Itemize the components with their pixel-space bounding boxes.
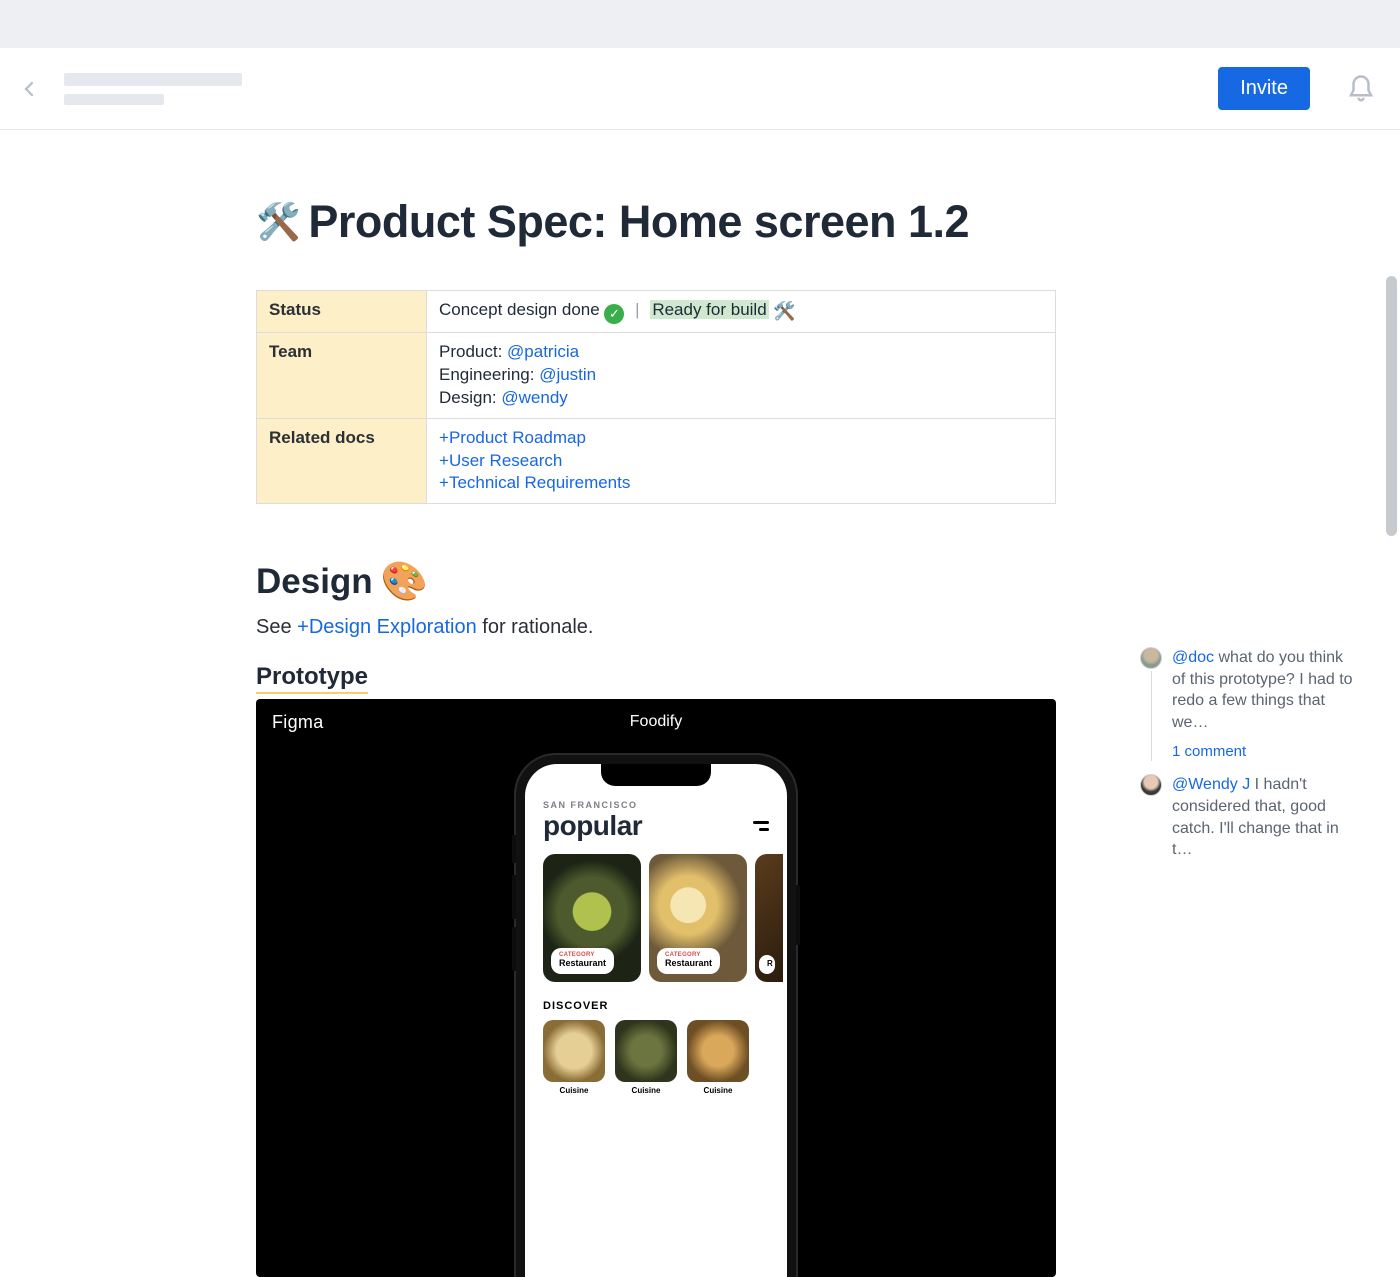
mention-link[interactable]: @wendy [501,388,567,407]
team-role-label: Design: [439,388,501,407]
discover-label: DISCOVER [543,1000,769,1012]
section-heading-design: Design 🎨 [256,560,1400,604]
check-circle-icon: ✓ [604,304,624,324]
doc-link[interactable]: +User Research [439,451,562,470]
embed-title: Foodify [256,713,1056,731]
discover-thumb [543,1020,605,1082]
food-card: CATEGORY Restaurant [649,854,747,982]
mention-link[interactable]: @Wendy J [1172,776,1250,793]
app-city-label: SAN FRANCISCO [543,800,769,810]
notifications-icon[interactable] [1346,74,1376,104]
figma-embed[interactable]: Figma Foodify SAN FRANCISCO popular [256,699,1056,1277]
doc-link[interactable]: +Design Exploration [297,616,477,638]
mention-link[interactable]: @patricia [507,342,579,361]
meta-value-status: Concept design done ✓ | Ready for build … [427,291,1056,333]
menu-icon [753,821,769,831]
comment-body: @Wendy J I hadn't considered that, good … [1172,774,1360,860]
mention-link[interactable]: @doc [1172,649,1214,666]
card-tag: CATEGORY Restaurant [551,948,614,974]
palette-icon: 🎨 [381,560,428,604]
comments-panel: @doc what do you think of this prototype… [1140,647,1360,861]
cards-row: CATEGORY Restaurant CATEGORY Restaurant [543,854,769,982]
table-row: Related docs +Product Roadmap +User Rese… [257,418,1056,504]
discover-item: Cuisine [687,1020,749,1095]
meta-key-related: Related docs [257,418,427,504]
page-title-text: Product Spec: Home screen 1.2 [308,196,969,248]
card-tag: R [759,955,775,974]
meta-table: Status Concept design done ✓ | Ready for… [256,290,1056,504]
scrollbar-thumb[interactable] [1386,276,1397,536]
phone-side-button [512,835,516,863]
meta-value-team: Product: @patricia Engineering: @justin … [427,332,1056,418]
back-chevron-icon[interactable] [20,74,38,104]
team-role-label: Engineering: [439,365,539,384]
mention-link[interactable]: @justin [539,365,596,384]
discover-item-label: Cuisine [704,1086,733,1095]
subheading-prototype: Prototype [256,663,368,691]
meta-key-team: Team [257,332,427,418]
avatar [1140,647,1162,669]
card-tag: CATEGORY Restaurant [657,948,720,974]
discover-thumb [615,1020,677,1082]
app-heading: popular [543,810,642,842]
body-text: See +Design Exploration for rationale. [256,616,1400,639]
hammer-wrench-icon: 🛠️ [256,201,300,243]
comment[interactable]: @Wendy J I hadn't considered that, good … [1140,774,1360,860]
card-name: Restaurant [559,958,606,968]
table-row: Status Concept design done ✓ | Ready for… [257,291,1056,333]
invite-button[interactable]: Invite [1218,67,1310,110]
text: See [256,616,297,638]
comment[interactable]: @doc what do you think of this prototype… [1140,647,1360,733]
phone-side-button [796,885,800,945]
top-bar-strip [0,0,1400,48]
skeleton-line [64,94,164,105]
phone-frame: SAN FRANCISCO popular CATEGORY Restauran… [516,755,796,1277]
separator: | [635,300,639,319]
discover-item-label: Cuisine [632,1086,661,1095]
page-title: 🛠️ Product Spec: Home screen 1.2 [256,196,1400,248]
comment-count-link[interactable]: 1 comment [1172,743,1360,760]
discover-row: Cuisine Cuisine Cuisine [543,1020,769,1095]
embed-topbar: Figma Foodify [256,699,1056,745]
discover-thumb [687,1020,749,1082]
subheading-text: Prototype [256,663,368,694]
meta-key-status: Status [257,291,427,333]
avatar [1140,774,1162,796]
breadcrumb-skeleton [64,73,242,105]
meta-value-related: +Product Roadmap +User Research +Technic… [427,418,1056,504]
status-highlight: Ready for build [650,300,768,319]
status-text: Concept design done [439,300,600,319]
app-content: SAN FRANCISCO popular CATEGORY Restauran… [525,764,787,1095]
hammer-wrench-icon: 🛠️ [773,301,795,321]
team-role-label: Product: [439,342,507,361]
skeleton-line [64,73,242,86]
discover-item: Cuisine [615,1020,677,1095]
thread-line [1151,671,1152,761]
phone-screen: SAN FRANCISCO popular CATEGORY Restauran… [525,764,787,1277]
food-card-partial: R [755,854,783,982]
text: for rationale. [477,616,594,638]
header: Invite [0,48,1400,130]
discover-item: Cuisine [543,1020,605,1095]
phone-side-button [512,927,516,971]
food-card: CATEGORY Restaurant [543,854,641,982]
table-row: Team Product: @patricia Engineering: @ju… [257,332,1056,418]
phone-side-button [512,875,516,919]
doc-link[interactable]: +Product Roadmap [439,428,586,447]
doc-link[interactable]: +Technical Requirements [439,473,630,492]
heading-text: Design [256,562,373,602]
phone-notch [601,764,711,786]
card-name: Restaurant [665,958,712,968]
comment-body: @doc what do you think of this prototype… [1172,647,1360,733]
discover-item-label: Cuisine [560,1086,589,1095]
